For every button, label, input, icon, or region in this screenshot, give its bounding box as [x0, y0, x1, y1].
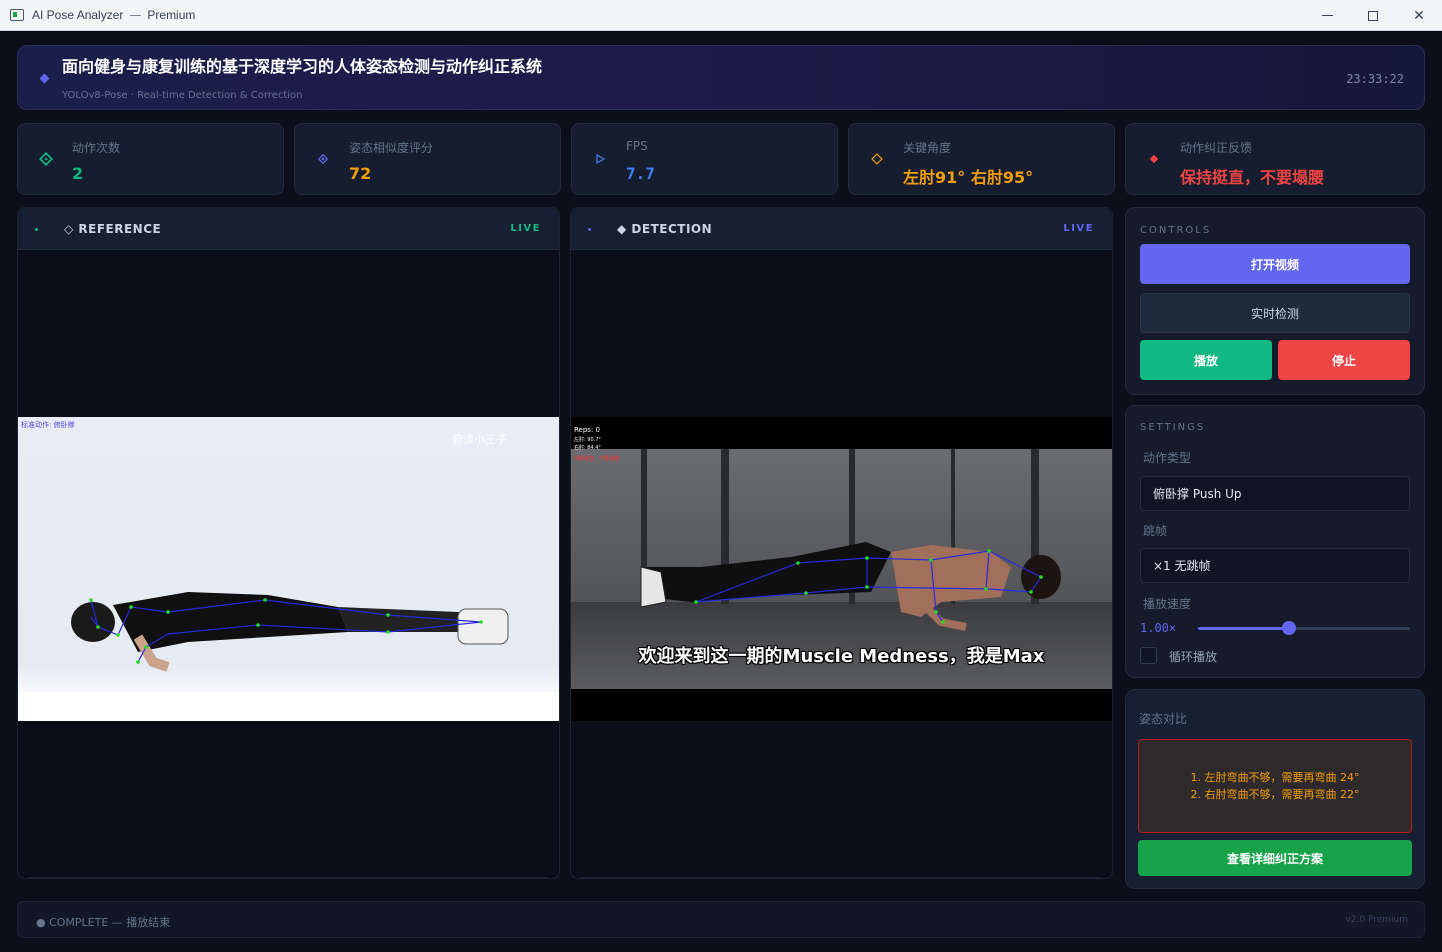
status-bar: ● COMPLETE — 播放结束 v2.0 Premium: [17, 901, 1425, 938]
stat-value: 保持挺直，不要塌腰: [1180, 168, 1325, 187]
detection-panel-title: ◆ DETECTION: [617, 222, 713, 236]
diamond-icon: [317, 153, 329, 165]
action-type-select[interactable]: 俯卧撑 Push Up: [1140, 476, 1410, 511]
stat-card-reps: 动作次数 2: [17, 123, 284, 195]
close-button[interactable]: ✕: [1396, 0, 1442, 31]
status-text: ● COMPLETE — 播放结束: [36, 916, 171, 929]
comparison-box: 姿态对比 1. 左肘弯曲不够，需要再弯曲 24° 2. 右肘弯曲不够，需要再弯曲…: [1125, 689, 1425, 889]
window-title: AI Pose Analyzer: [32, 8, 124, 22]
stat-label: 动作次数: [72, 141, 121, 155]
reference-panel: ◇ REFERENCE LIVE 标准动作: 俯卧撑 俯读小王子: [17, 207, 560, 879]
controls-box: CONTROLS 打开视频 实时检测 播放 停止: [1125, 207, 1425, 395]
stop-button[interactable]: 停止: [1278, 340, 1410, 380]
reference-overlay-label: 标准动作: 俯卧撑: [21, 421, 75, 429]
status-dot: [588, 228, 591, 231]
loop-label: 循环播放: [1169, 650, 1218, 664]
stat-value: 左肘91° 右肘95°: [903, 168, 1034, 187]
comparison-line-2: 2. 右肘弯曲不够，需要再弯曲 22°: [1190, 788, 1360, 801]
close-icon: ✕: [1413, 7, 1425, 24]
detection-video-subtitle: 欢迎来到这一期的Muscle Medness，我是Max: [638, 646, 1045, 667]
app-icon: [10, 9, 24, 21]
detection-frame: [571, 449, 1112, 689]
play-button[interactable]: 播放: [1140, 340, 1272, 380]
speed-slider[interactable]: [1198, 621, 1410, 635]
window-edition: Premium: [147, 8, 196, 22]
stat-value: 7.7: [626, 164, 655, 183]
detection-overlay-reps: Reps: 0: [574, 426, 600, 434]
comparison-result: 1. 左肘弯曲不够，需要再弯曲 24° 2. 右肘弯曲不够，需要再弯曲 22°: [1138, 739, 1412, 833]
reference-frame: [18, 417, 559, 721]
window-titlebar: AI Pose Analyzer — Premium ✕: [0, 0, 1442, 31]
stat-value: 2: [72, 164, 84, 183]
stat-card-similarity: 姿态相似度评分 72: [294, 123, 561, 195]
reference-video: 标准动作: 俯卧撑 俯读小王子: [18, 417, 559, 721]
diamond-icon: [39, 73, 50, 84]
speed-value: 1.00×: [1140, 621, 1177, 635]
diamond-outline-icon: [871, 153, 883, 165]
loop-checkbox[interactable]: [1140, 647, 1157, 664]
live-badge: LIVE: [510, 223, 541, 234]
minimize-icon: [1321, 15, 1333, 16]
comparison-caption: 姿态对比: [1139, 712, 1188, 726]
page-subtitle: YOLOv8-Pose · Real-time Detection & Corr…: [62, 90, 303, 101]
speed-label: 播放速度: [1143, 597, 1192, 611]
stat-label: 动作纠正反馈: [1180, 141, 1253, 155]
title-separator: —: [129, 8, 142, 22]
stat-card-angles: 关键角度 左肘91° 右肘95°: [848, 123, 1115, 195]
frame-skip-label: 跳帧: [1143, 524, 1168, 538]
stat-label: 关键角度: [903, 141, 952, 155]
detection-overlay-right: 右肘: 84.4°: [574, 445, 601, 451]
detection-overlay-warning: 保持挺直，不要塌腰: [574, 456, 620, 462]
live-badge: LIVE: [1063, 223, 1094, 234]
reference-panel-header: ◇ REFERENCE LIVE: [18, 208, 559, 250]
reference-panel-title: ◇ REFERENCE: [64, 222, 162, 236]
stat-card-fps: FPS 7.7: [571, 123, 838, 195]
stat-label: FPS: [626, 139, 648, 153]
minimize-button[interactable]: [1304, 0, 1350, 31]
maximize-icon: [1368, 10, 1378, 21]
page-title: 面向健身与康复训练的基于深度学习的人体姿态检测与动作纠正系统: [62, 57, 543, 76]
diamond-icon: [1149, 154, 1159, 164]
detection-panel: ◆ DETECTION LIVE Reps: 0 左肘: 90.7° 右肘: 8…: [570, 207, 1113, 879]
settings-box: SETTINGS 动作类型 俯卧撑 Push Up 跳帧 ×1 无跳帧 播放速度…: [1125, 405, 1425, 678]
maximize-button[interactable]: [1350, 0, 1396, 31]
controls-caption: CONTROLS: [1140, 225, 1212, 236]
action-type-label: 动作类型: [1143, 451, 1192, 465]
detection-video: Reps: 0 左肘: 90.7° 右肘: 84.4° 保持挺直，不要塌腰 欢迎…: [571, 417, 1112, 721]
open-video-button[interactable]: 打开视频: [1140, 244, 1410, 284]
reference-watermark: 俯读小王子: [452, 433, 507, 446]
stat-value: 72: [349, 164, 372, 183]
stat-card-feedback: 动作纠正反馈 保持挺直，不要塌腰: [1125, 123, 1425, 195]
view-correction-plan-button[interactable]: 查看详细纠正方案: [1138, 840, 1412, 876]
app-header: 面向健身与康复训练的基于深度学习的人体姿态检测与动作纠正系统 YOLOv8-Po…: [17, 45, 1425, 110]
stat-label: 姿态相似度评分: [349, 141, 434, 155]
speed-slider-handle[interactable]: [1282, 621, 1297, 635]
settings-caption: SETTINGS: [1140, 422, 1206, 433]
frame-skip-select[interactable]: ×1 无跳帧: [1140, 548, 1410, 583]
version-label: v2.0 Premium: [1345, 915, 1408, 925]
comparison-line-1: 1. 左肘弯曲不够，需要再弯曲 24°: [1190, 771, 1360, 784]
diamond-outline-icon: [39, 152, 53, 166]
detection-overlay-left: 左肘: 90.7°: [574, 437, 601, 443]
detection-panel-header: ◆ DETECTION LIVE: [571, 208, 1112, 250]
reference-scrollbar[interactable]: [28, 877, 548, 878]
detection-scrollbar[interactable]: [581, 877, 1101, 878]
speed-slider-fill: [1198, 627, 1290, 630]
realtime-detection-button[interactable]: 实时检测: [1140, 293, 1410, 333]
clock: 23:33:22: [1346, 72, 1404, 86]
status-dot: [35, 228, 38, 231]
play-triangle-icon: [596, 153, 606, 165]
